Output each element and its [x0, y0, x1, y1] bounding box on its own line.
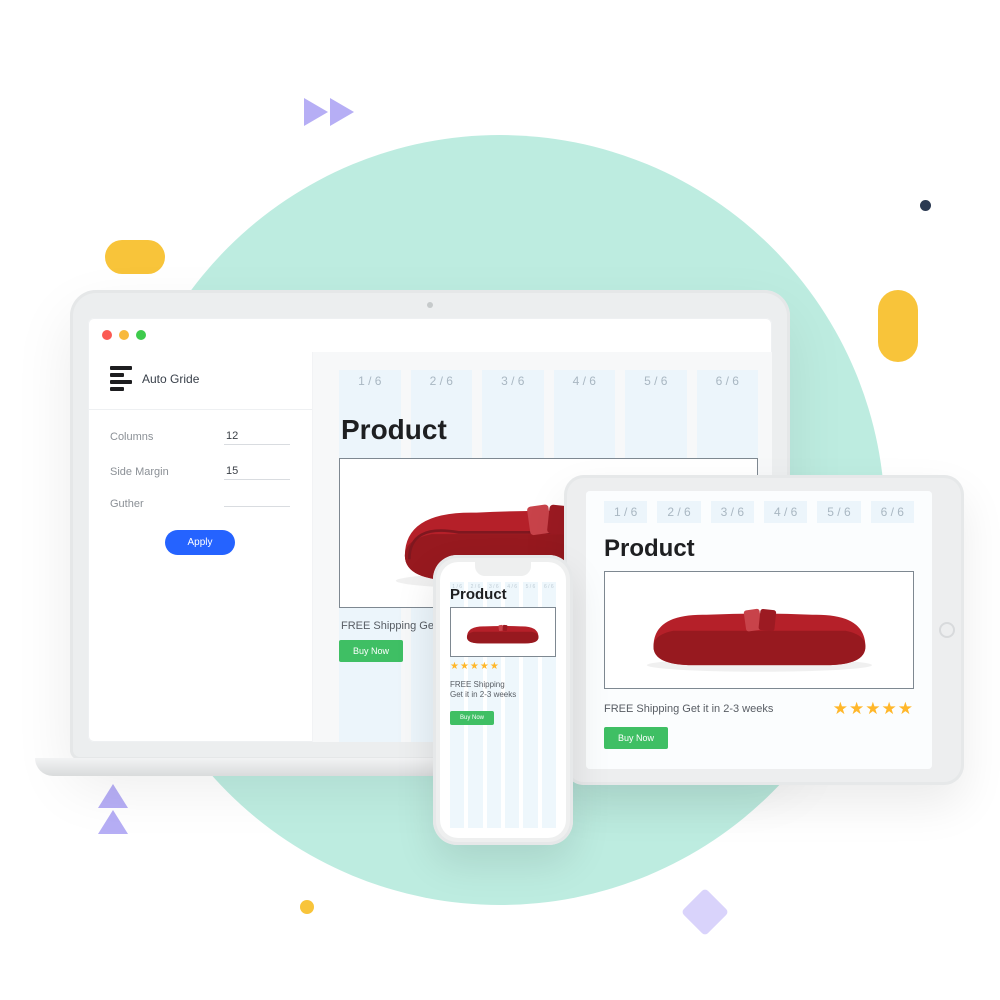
decoration-diamond-icon	[681, 888, 729, 936]
phone-device: 1 / 6 2 / 6 3 / 6 4 / 6 5 / 6 6 / 6 Prod…	[433, 555, 573, 845]
tablet-device: 1 / 6 2 / 6 3 / 6 4 / 6 5 / 6 6 / 6 Prod…	[564, 475, 964, 785]
close-dot-icon[interactable]	[102, 330, 112, 340]
apply-button[interactable]: Apply	[165, 530, 234, 555]
sofa-icon	[627, 587, 892, 673]
tablet-canvas[interactable]: 1 / 6 2 / 6 3 / 6 4 / 6 5 / 6 6 / 6 Prod…	[586, 491, 932, 769]
side-margin-label: Side Margin	[110, 466, 169, 478]
laptop-camera-icon	[427, 302, 433, 308]
gutter-field: Guther	[110, 498, 290, 510]
shipping-text: FREE Shipping Get it in 2-3 weeks	[604, 703, 773, 715]
columns-field: Columns 12	[110, 428, 290, 445]
product-heading: Product	[604, 535, 914, 563]
zoom-dot-icon[interactable]	[136, 330, 146, 340]
auto-grid-icon	[110, 366, 132, 391]
grid-column: 5 / 6	[817, 501, 860, 523]
grid-column: 2 / 6	[657, 501, 700, 523]
double-triangle-up-icon	[90, 780, 140, 850]
sidebar-title-text: Auto Gride	[142, 372, 199, 386]
minimize-dot-icon[interactable]	[119, 330, 129, 340]
tablet-home-button-icon[interactable]	[939, 622, 955, 638]
decoration-dot-icon	[920, 200, 931, 211]
grid-column: 1 / 6	[604, 501, 647, 523]
grid-column: 4 / 6	[764, 501, 807, 523]
rating-stars-icon: ★★★★★	[450, 661, 556, 672]
divider	[88, 409, 312, 410]
grid-guides: 1 / 6 2 / 6 3 / 6 4 / 6 5 / 6 6 / 6	[604, 501, 914, 523]
grid-settings-sidebar: Auto Gride Columns 12 Side Margin 15 G	[88, 352, 313, 742]
product-image-card[interactable]	[450, 607, 556, 657]
shipping-line-1: FREE Shipping	[450, 680, 505, 689]
shipping-text: FREE Shipping Get it in 2-3 weeks	[450, 680, 556, 701]
columns-label: Columns	[110, 431, 153, 443]
phone-screen: 1 / 6 2 / 6 3 / 6 4 / 6 5 / 6 6 / 6 Prod…	[440, 562, 566, 838]
sofa-icon	[458, 617, 547, 646]
phone-canvas[interactable]: 1 / 6 2 / 6 3 / 6 4 / 6 5 / 6 6 / 6 Prod…	[440, 562, 566, 838]
gutter-label: Guther	[110, 498, 144, 510]
stage: Auto Gride Columns 12 Side Margin 15 G	[0, 0, 1000, 1000]
decoration-vertical-pill-icon	[878, 290, 918, 362]
tablet-screen: 1 / 6 2 / 6 3 / 6 4 / 6 5 / 6 6 / 6 Prod…	[586, 491, 932, 769]
product-heading: Product	[450, 586, 556, 603]
decoration-pill-icon	[105, 240, 165, 274]
side-margin-field: Side Margin 15	[110, 463, 290, 480]
sidebar-title: Auto Gride	[110, 360, 290, 405]
grid-column: 6 / 6	[871, 501, 914, 523]
window-traffic-lights	[88, 318, 772, 352]
rating-stars-icon: ★★★★★	[833, 699, 914, 719]
shipping-line-2: Get it in 2-3 weeks	[450, 690, 516, 699]
side-margin-input[interactable]: 15	[224, 463, 290, 480]
buy-now-button[interactable]: Buy Now	[450, 711, 494, 725]
product-heading: Product	[341, 414, 758, 446]
buy-now-button[interactable]: Buy Now	[604, 727, 668, 749]
columns-input[interactable]: 12	[224, 428, 290, 445]
grid-column: 3 / 6	[711, 501, 754, 523]
buy-now-button[interactable]: Buy Now	[339, 640, 403, 662]
gutter-input[interactable]	[224, 502, 290, 507]
fast-forward-icon	[300, 90, 370, 134]
product-image-card[interactable]	[604, 571, 914, 689]
decoration-dot-icon	[300, 900, 314, 914]
